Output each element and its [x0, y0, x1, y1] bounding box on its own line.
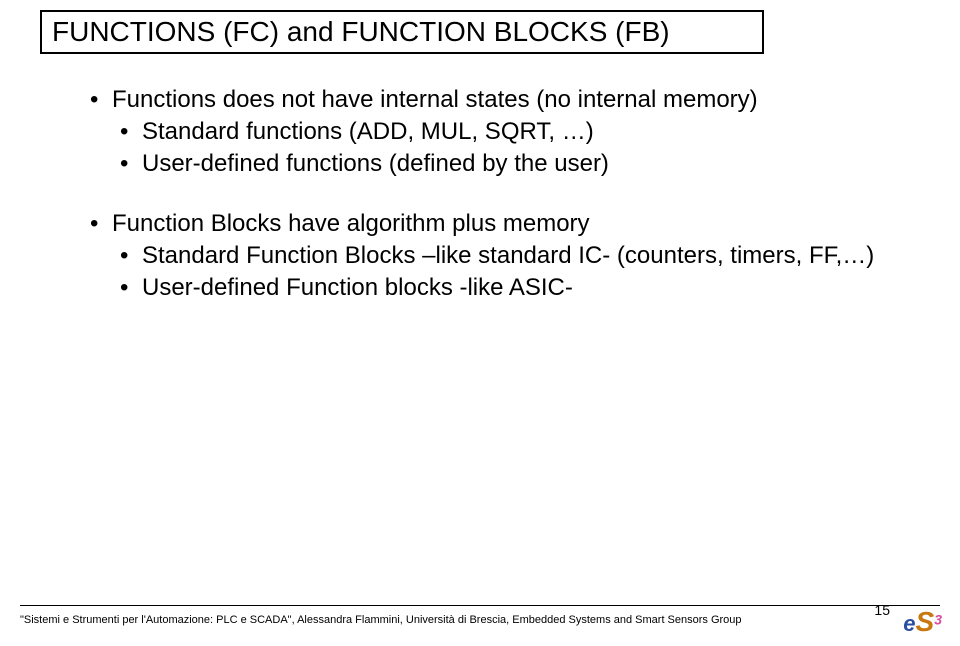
logo-e: e [903, 611, 915, 636]
spacer [90, 181, 890, 209]
bullet-1: Functions does not have internal states … [90, 85, 890, 115]
bullet-2-sub-1: Standard Function Blocks –like standard … [120, 241, 890, 271]
bullet-1-sub-2: User-defined functions (defined by the u… [120, 149, 890, 179]
footer-divider [20, 605, 940, 606]
content-area: Functions does not have internal states … [90, 85, 890, 305]
logo-three: 3 [934, 612, 942, 628]
title-box: FUNCTIONS (FC) and FUNCTION BLOCKS (FB) [40, 10, 764, 54]
footer-text: "Sistemi e Strumenti per l'Automazione: … [20, 614, 742, 626]
logo-s: S [916, 606, 935, 637]
bullet-2: Function Blocks have algorithm plus memo… [90, 209, 890, 239]
bullet-1-sub-1: Standard functions (ADD, MUL, SQRT, …) [120, 117, 890, 147]
page-number: 15 [874, 602, 890, 618]
slide-title: FUNCTIONS (FC) and FUNCTION BLOCKS (FB) [52, 16, 670, 47]
logo: eS3 [903, 606, 942, 638]
bullet-2-sub-2: User-defined Function blocks -like ASIC- [120, 273, 890, 303]
